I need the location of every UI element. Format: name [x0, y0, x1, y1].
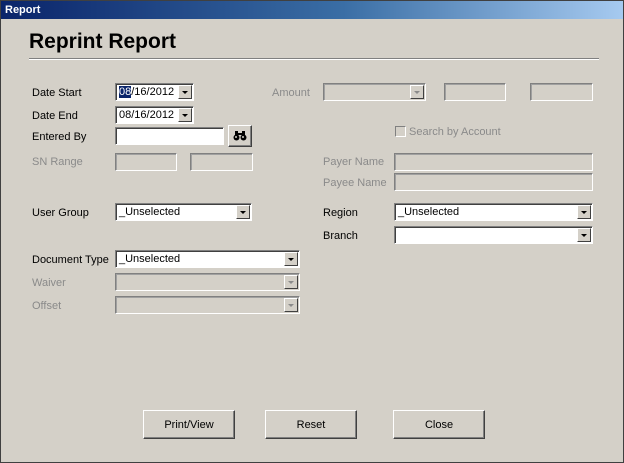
payee-name-label: Payee Name — [323, 177, 387, 189]
binoculars-icon — [233, 131, 247, 141]
offset-label: Offset — [32, 300, 62, 312]
waiver-select[interactable] — [115, 273, 300, 291]
branch-select[interactable] — [394, 226, 593, 244]
region-label: Region — [323, 207, 358, 219]
sn-range-start-input[interactable] — [115, 153, 177, 171]
report-window: Report Reprint Report Date Start 08/16/2… — [0, 0, 624, 463]
window-titlebar[interactable]: Report — [1, 1, 623, 19]
user-group-select[interactable]: _Unselected — [115, 203, 252, 221]
payee-name-input[interactable] — [394, 173, 593, 191]
sn-range-label: SN Range — [32, 156, 83, 168]
branch-label: Branch — [323, 230, 358, 242]
document-type-value: _Unselected — [119, 253, 181, 265]
waiver-dropdown-icon[interactable] — [284, 275, 298, 289]
title-divider — [29, 58, 599, 60]
amount-from-input[interactable] — [444, 83, 506, 101]
region-select[interactable]: _Unselected — [394, 203, 593, 221]
document-type-select[interactable]: _Unselected — [115, 250, 300, 268]
document-type-label: Document Type — [32, 254, 109, 266]
search-by-account-label: Search by Account — [409, 126, 501, 138]
amount-operator-select[interactable] — [323, 83, 426, 101]
offset-select[interactable] — [115, 296, 300, 314]
close-button[interactable]: Close — [393, 410, 485, 439]
user-group-dropdown-icon[interactable] — [236, 205, 250, 219]
date-start-rest: /16/2012 — [131, 86, 175, 98]
document-type-dropdown-icon[interactable] — [284, 252, 298, 266]
date-end-value: 08/16/2012 — [119, 109, 175, 121]
branch-dropdown-icon[interactable] — [577, 228, 591, 242]
amount-to-input[interactable] — [530, 83, 593, 101]
date-end-label: Date End — [32, 110, 78, 122]
amount-label: Amount — [272, 87, 310, 99]
payer-name-input[interactable] — [394, 153, 593, 171]
date-end-picker[interactable]: 08/16/2012 — [115, 106, 194, 124]
offset-dropdown-icon[interactable] — [284, 298, 298, 312]
region-value: _Unselected — [398, 206, 460, 218]
sn-range-end-input[interactable] — [190, 153, 253, 171]
search-by-account-checkbox[interactable] — [395, 126, 406, 137]
print-view-button[interactable]: Print/View — [143, 410, 235, 439]
date-start-label: Date Start — [32, 87, 82, 99]
reset-button[interactable]: Reset — [265, 410, 357, 439]
user-group-label: User Group — [32, 207, 89, 219]
amount-operator-dropdown-icon[interactable] — [410, 85, 424, 99]
user-group-value: _Unselected — [119, 206, 181, 218]
page-title: Reprint Report — [29, 30, 176, 53]
waiver-label: Waiver — [32, 277, 66, 289]
entered-by-input[interactable] — [115, 127, 224, 145]
date-start-picker[interactable]: 08/16/2012 — [115, 83, 194, 101]
binoculars-search-button[interactable] — [228, 125, 252, 147]
window-title: Report — [5, 4, 41, 16]
entered-by-label: Entered By — [32, 131, 87, 143]
date-start-month-selected: 08 — [119, 86, 132, 98]
date-end-dropdown-icon[interactable] — [178, 108, 192, 122]
region-dropdown-icon[interactable] — [577, 205, 591, 219]
payer-name-label: Payer Name — [323, 156, 385, 168]
date-start-dropdown-icon[interactable] — [178, 85, 192, 99]
